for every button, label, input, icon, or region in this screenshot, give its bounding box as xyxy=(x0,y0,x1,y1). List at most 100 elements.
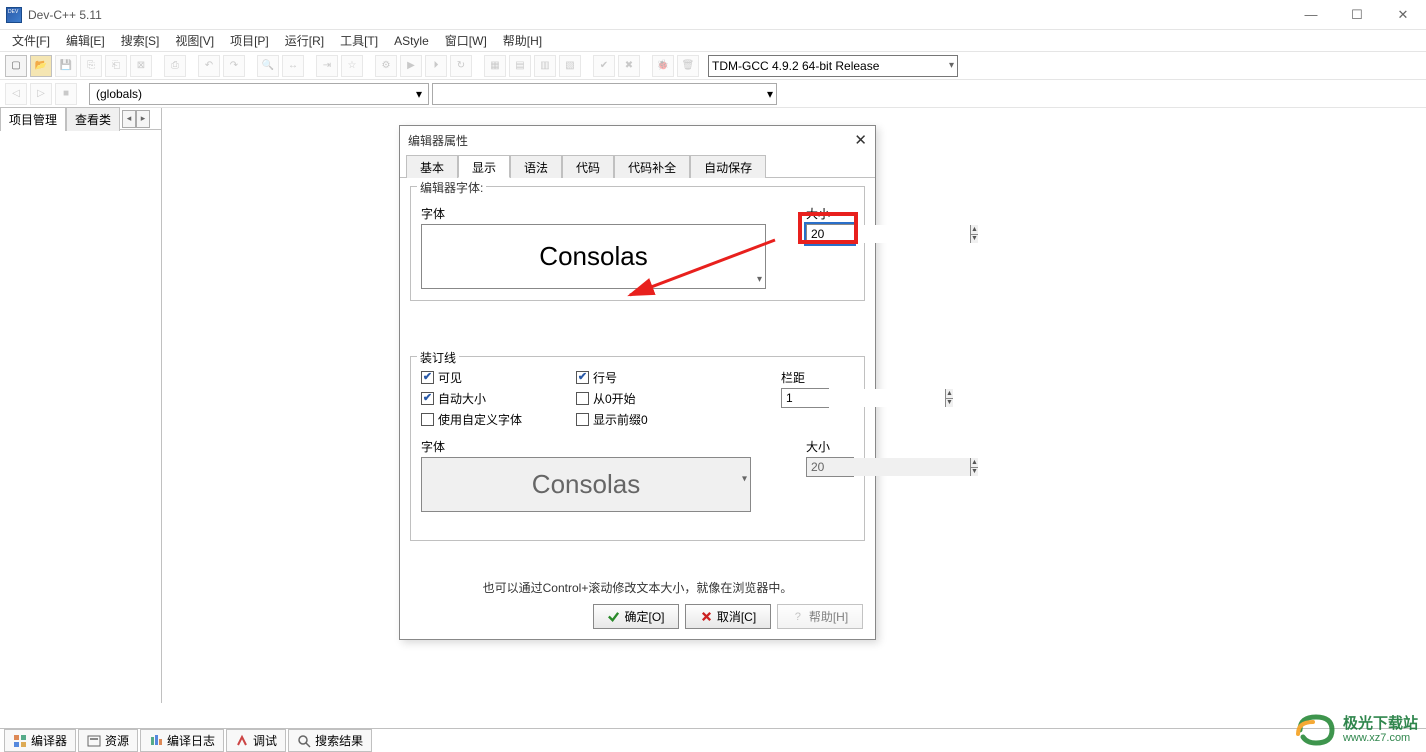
chevron-down-icon: ▾ xyxy=(949,60,954,71)
find-icon[interactable]: 🔍 xyxy=(257,55,279,77)
watermark-name: 极光下载站 xyxy=(1343,716,1418,733)
tab-display[interactable]: 显示 xyxy=(458,155,510,178)
editor-font-size-input[interactable] xyxy=(807,225,970,243)
editor-font-group-title: 编辑器字体: xyxy=(417,179,486,196)
checkbox-checked-icon: ✔ xyxy=(421,371,434,384)
debug-icon[interactable]: 🐞 xyxy=(652,55,674,77)
spin-down-icon[interactable]: ▼ xyxy=(946,399,953,408)
save-icon[interactable]: 💾 xyxy=(55,55,77,77)
tab-project-manager[interactable]: 项目管理 xyxy=(0,107,66,131)
editor-font-select[interactable]: Consolas ▾ xyxy=(421,224,766,289)
editor-font-size-spinner[interactable]: ▲ ▼ xyxy=(806,224,854,244)
tab-debug[interactable]: 调试 xyxy=(226,729,286,752)
gutter-font-label: 字体 xyxy=(421,438,782,455)
ok-button[interactable]: 确定[O] xyxy=(593,604,679,629)
new-file-icon[interactable]: ▢ xyxy=(5,55,27,77)
tab-basic[interactable]: 基本 xyxy=(406,155,458,178)
close-button[interactable]: ✕ xyxy=(1380,0,1426,29)
dialog-close-button[interactable]: ✕ xyxy=(854,131,867,149)
menu-window[interactable]: 窗口[W] xyxy=(437,30,495,51)
save-all-icon[interactable]: ⎘ xyxy=(80,55,102,77)
redo-icon[interactable]: ↷ xyxy=(223,55,245,77)
open-file-icon[interactable]: 📂 xyxy=(30,55,52,77)
cancel-icon[interactable]: ✖ xyxy=(618,55,640,77)
save-as-icon[interactable]: ⎗ xyxy=(105,55,127,77)
compile-run-icon[interactable]: ⏵ xyxy=(425,55,447,77)
tab-view-class[interactable]: 查看类 xyxy=(66,107,120,131)
grid1-icon[interactable]: ▦ xyxy=(484,55,506,77)
check-leading-zero-label: 显示前缀0 xyxy=(593,411,648,428)
app-icon xyxy=(6,7,22,23)
tab-search-results[interactable]: 搜索结果 xyxy=(288,729,372,752)
size-down-icon[interactable]: ▼ xyxy=(971,235,978,244)
check-line-number[interactable]: ✔行号 xyxy=(576,369,731,386)
tab-code[interactable]: 代码 xyxy=(562,155,614,178)
grid4-icon[interactable]: ▧ xyxy=(559,55,581,77)
tab-auto-save[interactable]: 自动保存 xyxy=(690,155,766,178)
cross-icon xyxy=(700,610,713,623)
rebuild-icon[interactable]: ↻ xyxy=(450,55,472,77)
close-file-icon[interactable]: ⊠ xyxy=(130,55,152,77)
size-up-icon[interactable]: ▲ xyxy=(971,225,978,235)
tab-syntax[interactable]: 语法 xyxy=(510,155,562,178)
dialog-tabs: 基本 显示 语法 代码 代码补全 自动保存 xyxy=(400,154,875,178)
check-leading-zero[interactable]: 显示前缀0 xyxy=(576,411,731,428)
tab-compile-log[interactable]: 编译日志 xyxy=(140,729,224,752)
chevron-down-icon: ▾ xyxy=(767,87,773,101)
undo-icon[interactable]: ↶ xyxy=(198,55,220,77)
menu-edit[interactable]: 编辑[E] xyxy=(58,30,113,51)
nav-fwd-icon[interactable]: ▷ xyxy=(30,83,52,105)
run-icon[interactable]: ▶ xyxy=(400,55,422,77)
font-label: 字体 xyxy=(421,205,798,222)
check-visible[interactable]: ✔可见 xyxy=(421,369,576,386)
compile-icon[interactable]: ⚙ xyxy=(375,55,397,77)
gutter-margin-spinner[interactable]: ▲▼ xyxy=(781,388,829,408)
minimize-button[interactable]: — xyxy=(1288,0,1334,29)
editor-font-value: Consolas xyxy=(539,241,647,272)
check-custom-font[interactable]: 使用自定义字体 xyxy=(421,411,576,428)
search-results-tab-icon xyxy=(297,734,311,748)
menu-help[interactable]: 帮助[H] xyxy=(495,30,550,51)
tab-scroll-left-icon[interactable]: ◂ xyxy=(122,110,136,128)
nav-stop-icon[interactable]: ■ xyxy=(55,83,77,105)
menu-tools[interactable]: 工具[T] xyxy=(332,30,386,51)
gutter-margin-input[interactable] xyxy=(782,389,945,407)
nav-back-icon[interactable]: ◁ xyxy=(5,83,27,105)
dialog-titlebar: 编辑器属性 ✕ xyxy=(400,126,875,154)
check-icon[interactable]: ✔ xyxy=(593,55,615,77)
check-auto-size[interactable]: ✔自动大小 xyxy=(421,390,576,407)
grid2-icon[interactable]: ▤ xyxy=(509,55,531,77)
menu-file[interactable]: 文件[F] xyxy=(4,30,58,51)
check-auto-size-label: 自动大小 xyxy=(438,390,486,407)
menu-astyle[interactable]: AStyle xyxy=(386,32,437,50)
spin-down-icon: ▼ xyxy=(971,468,978,477)
help-button[interactable]: ? 帮助[H] xyxy=(777,604,863,629)
spin-up-icon[interactable]: ▲ xyxy=(946,389,953,399)
cancel-button[interactable]: 取消[C] xyxy=(685,604,771,629)
maximize-button[interactable]: ☐ xyxy=(1334,0,1380,29)
menu-view[interactable]: 视图[V] xyxy=(167,30,222,51)
dialog-title: 编辑器属性 xyxy=(408,132,468,149)
svg-text:?: ? xyxy=(795,611,801,623)
print-icon[interactable]: ⎙ xyxy=(164,55,186,77)
tab-compiler[interactable]: 编译器 xyxy=(4,729,76,752)
tab-scroll-right-icon[interactable]: ▸ xyxy=(136,110,150,128)
grid3-icon[interactable]: ▥ xyxy=(534,55,556,77)
replace-icon[interactable]: ↔ xyxy=(282,55,304,77)
tab-code-completion[interactable]: 代码补全 xyxy=(614,155,690,178)
resources-tab-icon xyxy=(87,734,101,748)
side-tabs: 项目管理 查看类 ◂ ▸ xyxy=(0,108,161,130)
menu-search[interactable]: 搜索[S] xyxy=(113,30,168,51)
members-select[interactable]: ▾ xyxy=(432,83,777,105)
tab-resources[interactable]: 资源 xyxy=(78,729,138,752)
menu-project[interactable]: 项目[P] xyxy=(222,30,277,51)
goto-icon[interactable]: ⇥ xyxy=(316,55,338,77)
check-from-zero[interactable]: 从0开始 xyxy=(576,390,731,407)
compiler-select[interactable]: TDM-GCC 4.9.2 64-bit Release ▾ xyxy=(708,55,958,77)
check-icon xyxy=(607,610,620,623)
bookmark-icon[interactable]: ☆ xyxy=(341,55,363,77)
globals-select[interactable]: (globals) ▾ xyxy=(89,83,429,105)
menu-run[interactable]: 运行[R] xyxy=(277,30,332,51)
trash-icon[interactable]: 🗑 xyxy=(677,55,699,77)
gutter-group: 装订线 ✔可见 ✔自动大小 使用自定义字体 ✔行号 从0开始 显示前缀0 栏距 … xyxy=(410,356,865,541)
